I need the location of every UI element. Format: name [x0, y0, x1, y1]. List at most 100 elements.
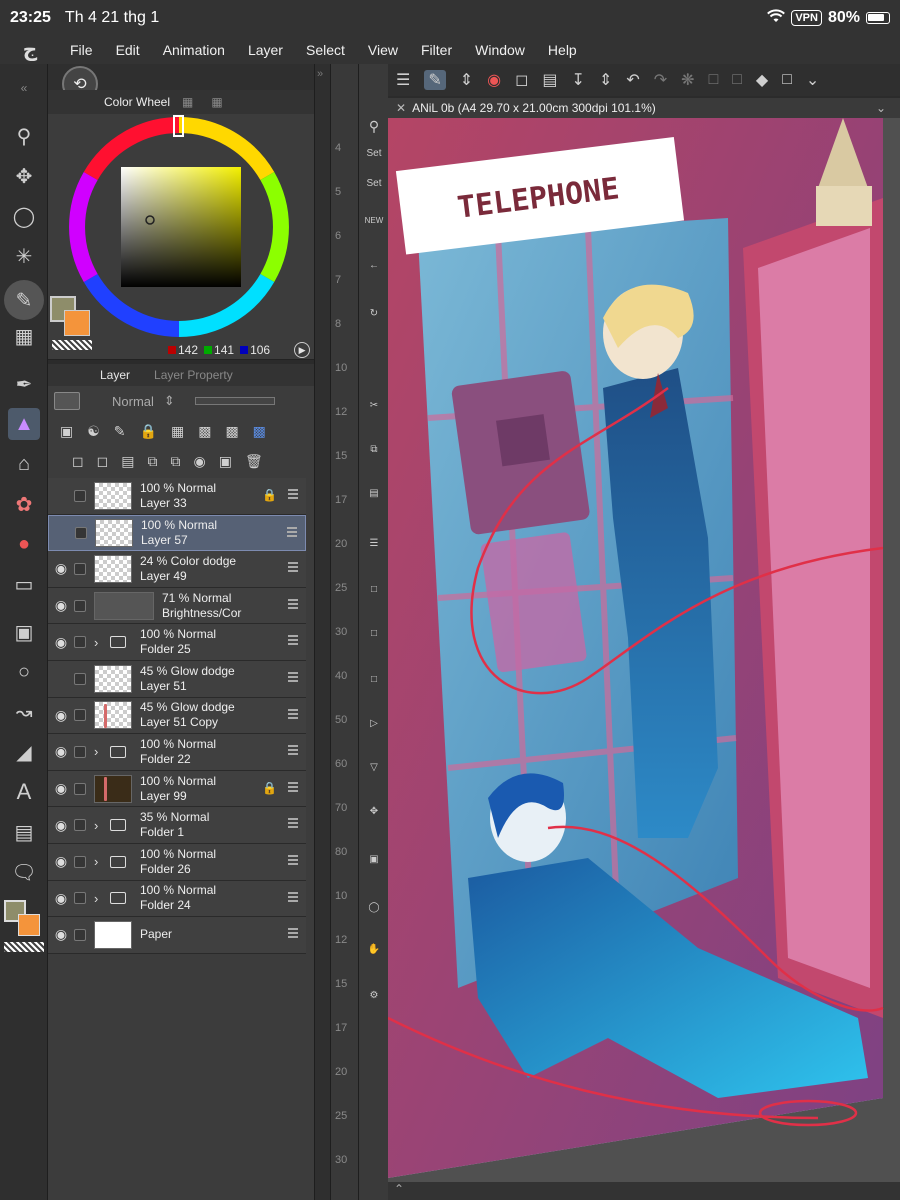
eye-icon[interactable]: ◉ — [48, 560, 74, 577]
blend-stepper-icon[interactable]: ⇕ — [164, 393, 175, 409]
layer-row[interactable]: ◉ 71 % Normal Brightness/Cor — [48, 587, 306, 625]
color-mode-icon[interactable]: ▶ — [294, 342, 311, 358]
brush-size-preset[interactable]: 5 — [335, 186, 341, 198]
brush-size-preset[interactable]: 50 — [335, 714, 347, 726]
layer-menu-icon[interactable] — [288, 745, 298, 756]
selection-invert-icon[interactable]: □ — [732, 71, 742, 89]
brush-size-preset[interactable]: 25 — [335, 1110, 347, 1122]
eye-icon[interactable]: ◉ — [48, 780, 74, 797]
brush-size-preset[interactable]: 17 — [335, 1022, 347, 1034]
clip-icon[interactable]: ▣ — [60, 423, 73, 440]
brush-size-preset[interactable]: 15 — [335, 450, 347, 462]
brush-size-preset[interactable]: 10 — [335, 362, 347, 374]
settings-icon[interactable]: ⚙ — [363, 990, 385, 1008]
layer-menu-icon[interactable] — [288, 708, 298, 719]
layer-menu-icon[interactable] — [288, 489, 298, 499]
layer-checkbox[interactable] — [74, 892, 86, 905]
panel-sub-color-swatch[interactable] — [64, 310, 90, 336]
layer-row[interactable]: ◉ › 35 % Normal Folder 1 — [48, 807, 306, 844]
layer-row[interactable]: ◉ Paper — [48, 917, 306, 954]
brush-size-preset[interactable]: 30 — [335, 626, 347, 638]
layer-menu-icon[interactable] — [287, 526, 297, 537]
new-badge[interactable]: NEW — [363, 216, 385, 234]
copy-icon[interactable]: ⧉ — [363, 444, 385, 462]
move-icon[interactable]: ✥ — [363, 806, 385, 824]
menu-hamburger-icon[interactable]: ☰ — [396, 70, 410, 90]
scale-icon[interactable]: □ — [363, 674, 385, 692]
grid-tool-icon[interactable]: ▦ — [8, 320, 40, 352]
flower-icon[interactable]: ✿ — [8, 488, 40, 520]
chevron-right-icon[interactable]: › — [94, 818, 98, 833]
layer-menu-icon[interactable] — [288, 671, 298, 682]
opacity-slider[interactable] — [194, 397, 275, 405]
magic-wand-icon[interactable]: ✳ — [8, 240, 40, 272]
layer-checkbox[interactable] — [74, 672, 86, 685]
ruler-tool-icon[interactable]: ◢ — [8, 736, 40, 768]
menu-edit[interactable]: Edit — [116, 42, 140, 58]
loading-icon[interactable]: ❋ — [681, 70, 694, 90]
apply-mask-icon[interactable]: ▣ — [219, 453, 232, 470]
layer-checkbox[interactable] — [74, 709, 86, 722]
brush-size-preset[interactable]: 7 — [335, 274, 341, 286]
create-mask-icon[interactable]: ◉ — [193, 453, 205, 470]
layer-menu-icon[interactable] — [288, 854, 298, 865]
layer-menu-icon[interactable] — [288, 928, 298, 939]
redo-toolbar-icon[interactable]: ↷ — [654, 70, 667, 90]
brush-size-preset[interactable]: 15 — [335, 978, 347, 990]
layer-row[interactable]: 100 % Normal Layer 33 🔒 — [48, 478, 306, 515]
lock-icon[interactable]: 🔒 — [140, 423, 157, 440]
hand-icon[interactable]: ✋ — [363, 944, 385, 962]
save-icon[interactable]: ↧ — [572, 70, 585, 90]
layer-menu-icon[interactable] — [288, 818, 298, 829]
undo-icon[interactable]: ↶ — [626, 70, 639, 90]
layer-row[interactable]: ◉ › 100 % Normal Folder 25 — [48, 624, 306, 661]
ruler-icon[interactable]: ▩ — [225, 423, 238, 440]
brush-size-preset[interactable]: 17 — [335, 494, 347, 506]
layer-checkbox[interactable] — [74, 489, 86, 502]
open-file-icon[interactable]: ▤ — [542, 70, 557, 90]
move-tool-icon[interactable]: ✥ — [8, 160, 40, 192]
brush-size-preset[interactable]: 25 — [335, 582, 347, 594]
layer-checkbox[interactable] — [74, 819, 86, 832]
transparent-swatch[interactable] — [4, 942, 44, 952]
menu-animation[interactable]: Animation — [163, 42, 225, 58]
color-history-tab-icon[interactable]: ▦ — [211, 95, 222, 109]
operation-tool-icon[interactable]: ↝ — [8, 696, 40, 728]
cut-icon[interactable]: ✂ — [363, 400, 385, 418]
crop-icon[interactable]: □ — [363, 628, 385, 646]
pen-tool-icon[interactable]: ✒ — [8, 368, 40, 400]
layer-row[interactable]: ◉ › 100 % Normal Folder 26 — [48, 843, 306, 881]
brush-size-preset[interactable]: 20 — [335, 538, 347, 550]
record-icon[interactable]: ◉ — [487, 70, 501, 90]
redo-icon[interactable]: ↻ — [363, 308, 385, 326]
brush-size-strip[interactable]: 4 5 6 7 8 10 12 15 17 20 25 30 40 50 60 70 80 10 12 15 17 20 2… — [330, 64, 358, 1200]
collapse-icon[interactable]: « — [8, 72, 40, 104]
brush-size-preset[interactable]: 70 — [335, 802, 347, 814]
flip-vertical-icon[interactable]: ▽ — [363, 762, 385, 780]
stepper-icon-2[interactable]: ⇕ — [599, 70, 612, 90]
balloon-tool-icon[interactable]: 🗨 — [8, 856, 40, 888]
text-tool-icon[interactable]: A — [8, 776, 40, 808]
layer-menu-icon[interactable] — [288, 598, 298, 609]
layer-row[interactable]: ◉ › 100 % Normal Folder 24 — [48, 880, 306, 918]
gradient-tool-icon[interactable]: ▣ — [8, 616, 40, 648]
eraser-tool-icon[interactable]: ▭ — [8, 568, 40, 600]
flip-horizontal-icon[interactable]: ▷ — [363, 718, 385, 736]
new-vector-layer-icon[interactable]: ◻ — [97, 453, 109, 470]
layer-menu-icon[interactable] — [288, 891, 298, 902]
eye-icon[interactable]: ◉ — [48, 926, 74, 943]
layer-row[interactable]: 45 % Glow dodge Layer 51 — [48, 660, 306, 698]
layer-menu-icon[interactable] — [288, 781, 298, 792]
menu-help[interactable]: Help — [548, 42, 577, 58]
layer-checkbox[interactable] — [74, 782, 86, 795]
eye-icon[interactable]: ◉ — [48, 597, 74, 614]
fill-icon[interactable]: ▣ — [363, 854, 385, 872]
menu-layer[interactable]: Layer — [248, 42, 283, 58]
merge-down-icon[interactable]: ⧉ — [170, 453, 180, 470]
chevron-down-icon[interactable]: ⌄ — [806, 70, 819, 90]
brush-size-preset[interactable]: 6 — [335, 230, 341, 242]
layers-icon[interactable]: ☰ — [363, 538, 385, 556]
layer-checkbox[interactable] — [75, 526, 87, 539]
blend-color-box[interactable] — [54, 392, 80, 410]
layer-checkbox[interactable] — [74, 745, 86, 758]
